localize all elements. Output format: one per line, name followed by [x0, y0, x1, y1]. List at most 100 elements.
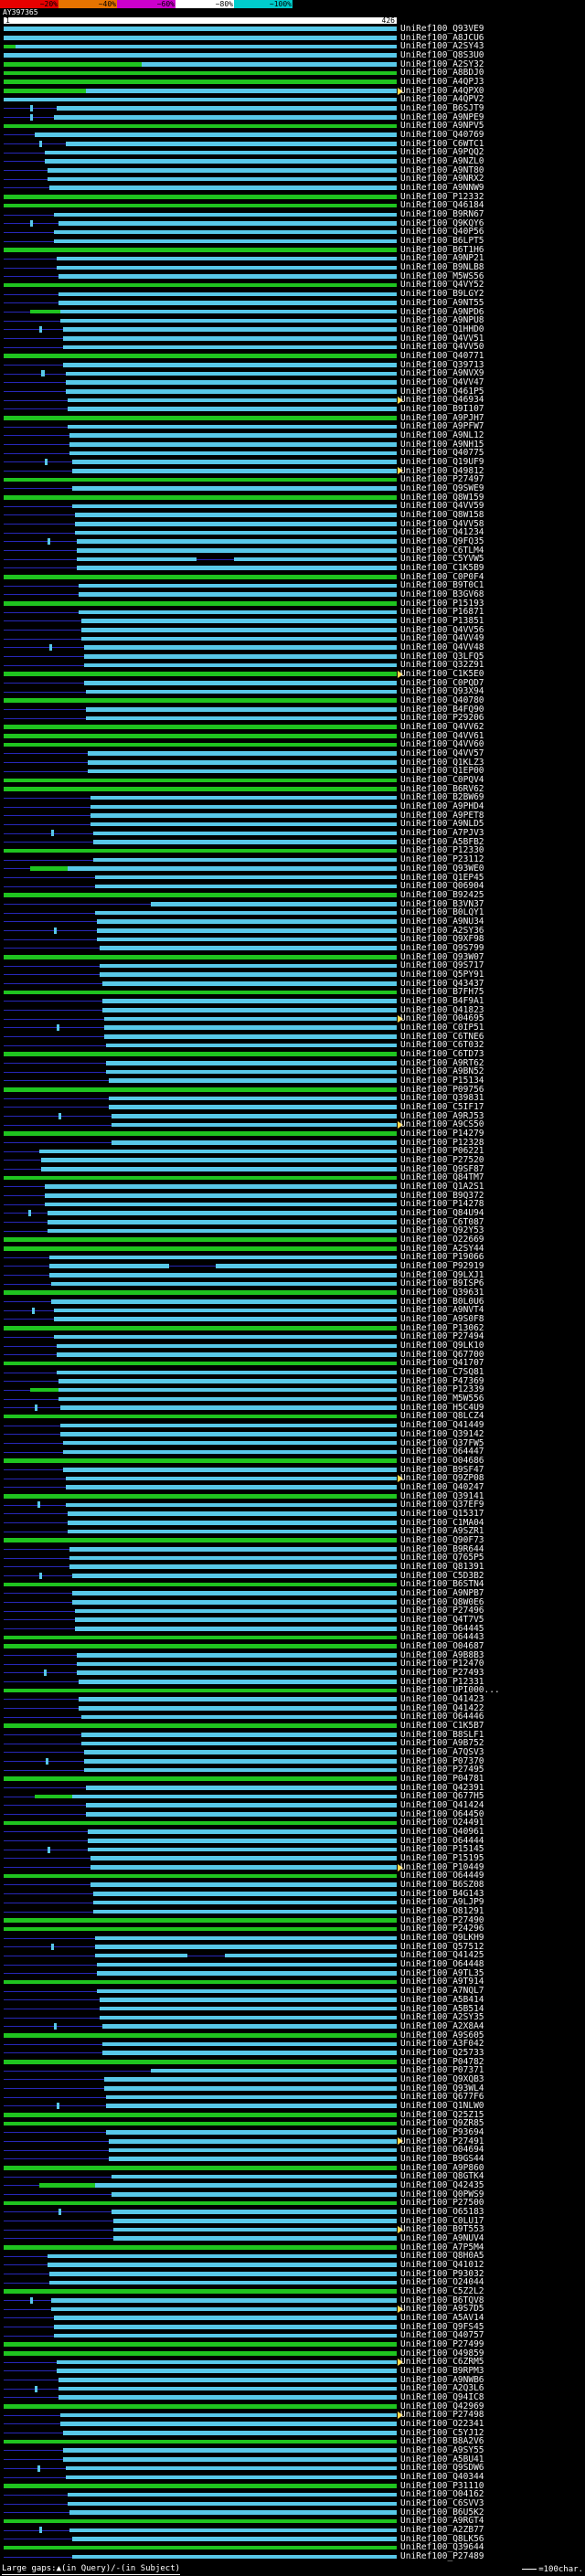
alignment-plot[interactable]	[4, 1563, 397, 1572]
alignment-plot[interactable]	[4, 2040, 397, 2049]
hit-row[interactable]: UniRef100_O04686	[0, 1457, 585, 1466]
alignment-plot[interactable]	[4, 2190, 397, 2200]
hit-row[interactable]: UniRef100_P07370	[0, 1757, 585, 1766]
hit-row[interactable]: UniRef100_A9P860	[0, 2163, 585, 2173]
alignment-plot[interactable]	[4, 1457, 397, 1466]
hit-row[interactable]: UniRef100_Q25733	[0, 2049, 585, 2058]
alignment-plot[interactable]	[4, 2261, 397, 2270]
hit-row[interactable]: UniRef100_Q41423	[0, 1695, 585, 1704]
alignment-plot[interactable]	[4, 2526, 397, 2535]
hit-row[interactable]: UniRef100_A9BN52	[0, 1067, 585, 1076]
alignment-plot[interactable]	[4, 2225, 403, 2234]
hit-row[interactable]: UniRef100_Q1A2S1	[0, 1182, 585, 1192]
alignment-plot[interactable]	[4, 1871, 397, 1881]
alignment-plot[interactable]	[4, 2464, 397, 2473]
alignment-plot[interactable]	[4, 2429, 397, 2438]
hit-row[interactable]: UniRef100_A9NVX9	[0, 369, 585, 378]
alignment-plot[interactable]	[4, 564, 397, 573]
hit-row[interactable]: UniRef100_C1K5E0	[0, 670, 585, 679]
alignment-plot[interactable]	[4, 1139, 397, 1148]
hit-row[interactable]: UniRef100_Q40775	[0, 449, 585, 458]
alignment-plot[interactable]	[4, 1200, 397, 1209]
alignment-plot[interactable]	[4, 767, 397, 776]
alignment-plot[interactable]	[4, 1934, 397, 1943]
hit-row[interactable]: UniRef100_Q40771	[0, 352, 585, 361]
alignment-plot[interactable]	[4, 2376, 397, 2385]
alignment-plot[interactable]	[4, 1332, 397, 1341]
alignment-plot[interactable]	[4, 1969, 397, 1978]
hit-row[interactable]: UniRef100_A9LJP9	[0, 1898, 585, 1907]
alignment-plot[interactable]	[4, 1739, 397, 1748]
hit-row[interactable]: UniRef100_Q32Z91	[0, 661, 585, 670]
alignment-plot[interactable]	[4, 1898, 397, 1907]
hit-row[interactable]: UniRef100_P27498	[0, 2411, 585, 2420]
alignment-plot[interactable]	[4, 1209, 397, 1218]
hit-row[interactable]: UniRef100_M5W556	[0, 1394, 585, 1404]
alignment-plot[interactable]	[4, 785, 397, 794]
hit-row[interactable]: UniRef100_O64450	[0, 1810, 585, 1819]
alignment-plot[interactable]	[4, 2411, 403, 2420]
alignment-plot[interactable]	[4, 927, 397, 936]
hit-row[interactable]: UniRef100_Q40344	[0, 2473, 585, 2482]
hit-row[interactable]: UniRef100_A9NT55	[0, 299, 585, 308]
alignment-plot[interactable]	[4, 2252, 397, 2261]
alignment-plot[interactable]	[4, 1837, 397, 1846]
hit-row[interactable]: UniRef100_Q46934	[0, 396, 585, 405]
hit-row[interactable]: UniRef100_C0P0F4	[0, 572, 585, 582]
alignment-plot[interactable]	[4, 1298, 397, 1307]
hit-row[interactable]: UniRef100_O04162	[0, 2490, 585, 2499]
alignment-plot[interactable]	[4, 2084, 397, 2094]
hit-row[interactable]: UniRef100_Q41449	[0, 1421, 585, 1430]
hit-row[interactable]: UniRef100_Q4VV47	[0, 378, 585, 387]
hit-row[interactable]: UniRef100_Q15317	[0, 1510, 585, 1519]
hit-row[interactable]: UniRef100_O65183	[0, 2208, 585, 2217]
alignment-plot[interactable]	[4, 1430, 397, 1439]
alignment-plot[interactable]	[4, 1182, 397, 1192]
alignment-plot[interactable]	[4, 705, 397, 715]
alignment-plot[interactable]	[4, 2005, 397, 2014]
hit-row[interactable]: UniRef100_H5C4U9	[0, 1404, 585, 1413]
hit-row[interactable]: UniRef100_P13062	[0, 1324, 585, 1333]
alignment-plot[interactable]	[4, 1553, 397, 1563]
hit-row[interactable]: UniRef100_Q9LK10	[0, 1341, 585, 1351]
alignment-plot[interactable]	[4, 1775, 397, 1784]
alignment-plot[interactable]	[4, 855, 397, 864]
hit-row[interactable]: UniRef100_A9NH15	[0, 440, 585, 450]
hit-row[interactable]: UniRef100_Q8GTK4	[0, 2172, 585, 2181]
alignment-plot[interactable]	[4, 732, 397, 741]
alignment-plot[interactable]	[4, 1086, 397, 1095]
hit-row[interactable]: UniRef100_A4QPV2	[0, 95, 585, 104]
alignment-plot[interactable]	[4, 891, 397, 900]
alignment-plot[interactable]	[4, 1996, 397, 2005]
hit-row[interactable]: UniRef100_B9RPM3	[0, 2367, 585, 2376]
alignment-plot[interactable]	[4, 316, 397, 325]
alignment-plot[interactable]	[4, 2031, 397, 2041]
alignment-plot[interactable]	[4, 1033, 397, 1042]
alignment-plot[interactable]	[4, 1368, 397, 1377]
alignment-plot[interactable]	[4, 1500, 397, 1510]
hit-row[interactable]: UniRef100_P14279	[0, 1129, 585, 1139]
hit-row[interactable]: UniRef100_B3VN37	[0, 899, 585, 909]
alignment-plot[interactable]	[4, 908, 397, 917]
hit-row[interactable]: UniRef100_P27499	[0, 2340, 585, 2349]
hit-row[interactable]: UniRef100_A9NL12	[0, 431, 585, 440]
alignment-plot[interactable]	[4, 1306, 397, 1315]
hit-row[interactable]: UniRef100_Q39141	[0, 1491, 585, 1501]
alignment-plot[interactable]	[4, 2199, 397, 2208]
alignment-plot[interactable]	[4, 1165, 397, 1174]
alignment-plot[interactable]	[4, 2287, 397, 2296]
hit-row[interactable]: UniRef100_Q41823	[0, 1005, 585, 1015]
alignment-plot[interactable]	[4, 1474, 403, 1483]
hit-row[interactable]: UniRef100_P16871	[0, 608, 585, 617]
hit-row[interactable]: UniRef100_A9T914	[0, 1977, 585, 1987]
hit-row[interactable]: UniRef100_Q8H0A5	[0, 2252, 585, 2261]
hit-row[interactable]: UniRef100_B6STN4	[0, 1580, 585, 1589]
alignment-plot[interactable]	[4, 87, 403, 96]
hit-row[interactable]: UniRef100_C6WTC1	[0, 140, 585, 149]
hit-row[interactable]: UniRef100_C6TLM4	[0, 546, 585, 556]
hit-row[interactable]: UniRef100_C5YJ12	[0, 2429, 585, 2438]
hit-row[interactable]: UniRef100_C1MA04	[0, 1518, 585, 1528]
hit-row[interactable]: UniRef100_Q9LKH9	[0, 1934, 585, 1943]
hit-row[interactable]: UniRef100_P23112	[0, 855, 585, 864]
hit-row[interactable]: UniRef100_B4F9A1	[0, 997, 585, 1006]
